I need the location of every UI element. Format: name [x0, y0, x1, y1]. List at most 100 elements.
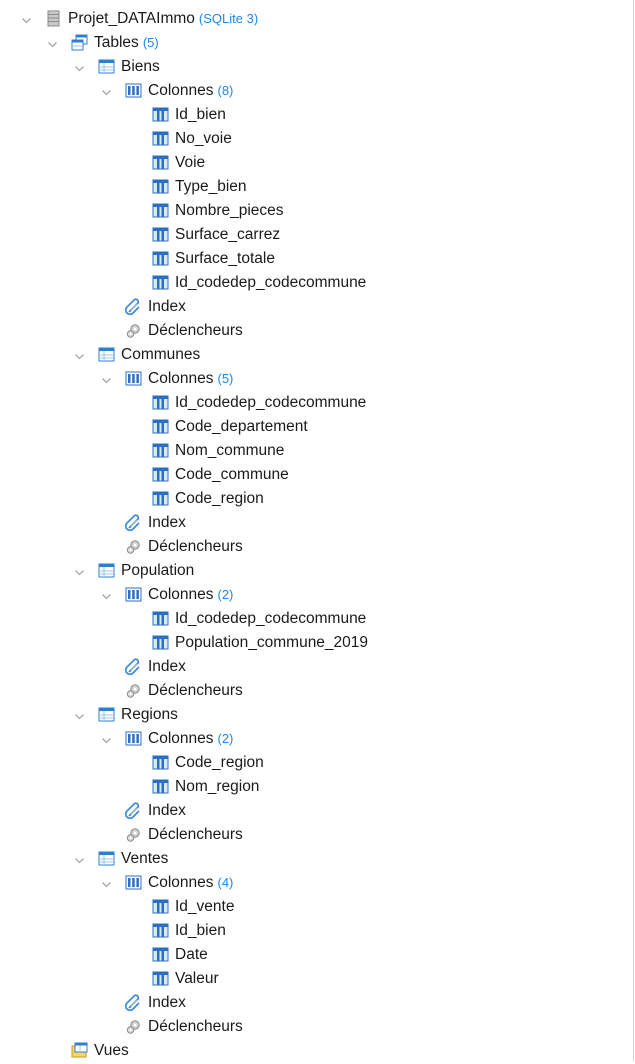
tree-item-columns-folder[interactable]: Colonnes (2) — [0, 727, 633, 751]
tree-item-column[interactable]: Nombre_pieces — [0, 199, 633, 223]
tree-item-columns-folder[interactable]: Colonnes (8) — [0, 79, 633, 103]
tree-item-column[interactable]: Code_departement — [0, 415, 633, 439]
index-icon — [124, 514, 142, 532]
chevron-down-icon[interactable] — [101, 85, 112, 96]
database-tree-panel: Projet_DATAImmo (SQLite 3) Tables (5) Biens C… — [0, 0, 634, 1061]
tree-item-triggers[interactable]: Déclencheurs — [0, 319, 633, 343]
index-label-text: Index — [148, 994, 186, 1011]
index-label-text: Index — [148, 658, 186, 675]
index-label: Index — [148, 298, 186, 316]
count-badge: (5) — [217, 371, 234, 386]
tree-item-columns-folder[interactable]: Colonnes (4) — [0, 871, 633, 895]
tree-item-column[interactable]: Id_bien — [0, 103, 633, 127]
table-name: Regions — [121, 706, 178, 724]
tree-item-column[interactable]: Valeur — [0, 967, 633, 991]
tree-item-column[interactable]: Code_region — [0, 487, 633, 511]
views-label-text: Vues — [94, 1042, 129, 1059]
chevron-down-icon[interactable] — [74, 853, 85, 864]
column-icon — [152, 178, 169, 195]
tree-item-column[interactable]: Id_codedep_codecommune — [0, 391, 633, 415]
chevron-down-icon[interactable] — [101, 733, 112, 744]
column-name: Code_region — [175, 490, 264, 508]
tree-item-columns-folder[interactable]: Colonnes (5) — [0, 367, 633, 391]
tree-item-table-biens[interactable]: Biens — [0, 55, 633, 79]
count-badge: (2) — [217, 587, 234, 602]
tree-item-table-communes[interactable]: Communes — [0, 343, 633, 367]
tree-item-database[interactable]: Projet_DATAImmo (SQLite 3) — [0, 7, 633, 31]
database-icon — [45, 10, 62, 27]
tree-item-index[interactable]: Index — [0, 511, 633, 535]
tree-item-column[interactable]: Nom_commune — [0, 439, 633, 463]
tree-item-index[interactable]: Index — [0, 799, 633, 823]
tree-item-columns-folder[interactable]: Colonnes (2) — [0, 583, 633, 607]
tree-item-triggers[interactable]: Déclencheurs — [0, 1015, 633, 1039]
tree-item-triggers[interactable]: Déclencheurs — [0, 535, 633, 559]
tree-item-triggers[interactable]: Déclencheurs — [0, 823, 633, 847]
tree-item-column[interactable]: Id_bien — [0, 919, 633, 943]
tree-item-column[interactable]: Nom_region — [0, 775, 633, 799]
trigger-icon — [125, 682, 142, 699]
column-name-text: Id_bien — [175, 106, 226, 123]
tree-item-triggers[interactable]: Déclencheurs — [0, 679, 633, 703]
column-name-text: Id_bien — [175, 922, 226, 939]
column-name-text: No_voie — [175, 130, 232, 147]
chevron-down-icon[interactable] — [47, 37, 58, 48]
column-name: Nombre_pieces — [175, 202, 284, 220]
column-icon — [152, 106, 169, 123]
chevron-down-icon[interactable] — [101, 589, 112, 600]
column-icon — [152, 490, 169, 507]
chevron-down-icon[interactable] — [74, 565, 85, 576]
tree-item-index[interactable]: Index — [0, 991, 633, 1015]
tables-node-label: Tables (5) — [94, 34, 159, 52]
column-name-text: Type_bien — [175, 178, 247, 195]
tree-item-tables[interactable]: Tables (5) — [0, 31, 633, 55]
table-name: Ventes — [121, 850, 168, 868]
trigger-icon — [125, 322, 142, 339]
tree-item-table-ventes[interactable]: Ventes — [0, 847, 633, 871]
tree-item-index[interactable]: Index — [0, 655, 633, 679]
tree-item-column[interactable]: Type_bien — [0, 175, 633, 199]
tree-item-column[interactable]: Code_region — [0, 751, 633, 775]
column-name: Code_departement — [175, 418, 308, 436]
chevron-down-icon[interactable] — [74, 709, 85, 720]
column-icon — [152, 154, 169, 171]
tree-item-column[interactable]: Population_commune_2019 — [0, 631, 633, 655]
table-icon — [98, 58, 115, 75]
tree-item-table-population[interactable]: Population — [0, 559, 633, 583]
triggers-label-text: Déclencheurs — [148, 1018, 243, 1035]
tree-item-views[interactable]: Vues — [0, 1039, 633, 1063]
index-label-text: Index — [148, 514, 186, 531]
columns-icon — [125, 586, 142, 603]
column-name: Nom_commune — [175, 442, 284, 460]
tree-item-index[interactable]: Index — [0, 295, 633, 319]
tree-item-column[interactable]: Voie — [0, 151, 633, 175]
column-name-text: Id_vente — [175, 898, 235, 915]
tree-item-column[interactable]: Code_commune — [0, 463, 633, 487]
chevron-down-icon[interactable] — [21, 13, 32, 24]
table-icon — [98, 562, 115, 579]
table-name: Communes — [121, 346, 200, 364]
tree-item-column[interactable]: No_voie — [0, 127, 633, 151]
tree-item-column[interactable]: Surface_totale — [0, 247, 633, 271]
column-icon — [152, 466, 169, 483]
tree-item-table-regions[interactable]: Regions — [0, 703, 633, 727]
column-name: Id_vente — [175, 898, 234, 916]
column-name: Id_bien — [175, 106, 226, 124]
chevron-down-icon[interactable] — [74, 349, 85, 360]
tree-item-column[interactable]: Date — [0, 943, 633, 967]
chevron-down-icon[interactable] — [74, 61, 85, 72]
tree-item-column[interactable]: Surface_carrez — [0, 223, 633, 247]
chevron-down-icon[interactable] — [101, 373, 112, 384]
tree-item-column[interactable]: Id_vente — [0, 895, 633, 919]
columns-icon — [125, 730, 142, 747]
column-icon — [152, 394, 169, 411]
chevron-down-icon[interactable] — [101, 877, 112, 888]
tree-item-column[interactable]: Id_codedep_codecommune — [0, 607, 633, 631]
column-icon — [152, 946, 169, 963]
column-name: Date — [175, 946, 208, 964]
column-name-text: Date — [175, 946, 208, 963]
tree-item-column[interactable]: Id_codedep_codecommune — [0, 271, 633, 295]
index-icon — [124, 298, 142, 316]
columns-icon — [125, 82, 142, 99]
columns-icon — [125, 874, 142, 891]
